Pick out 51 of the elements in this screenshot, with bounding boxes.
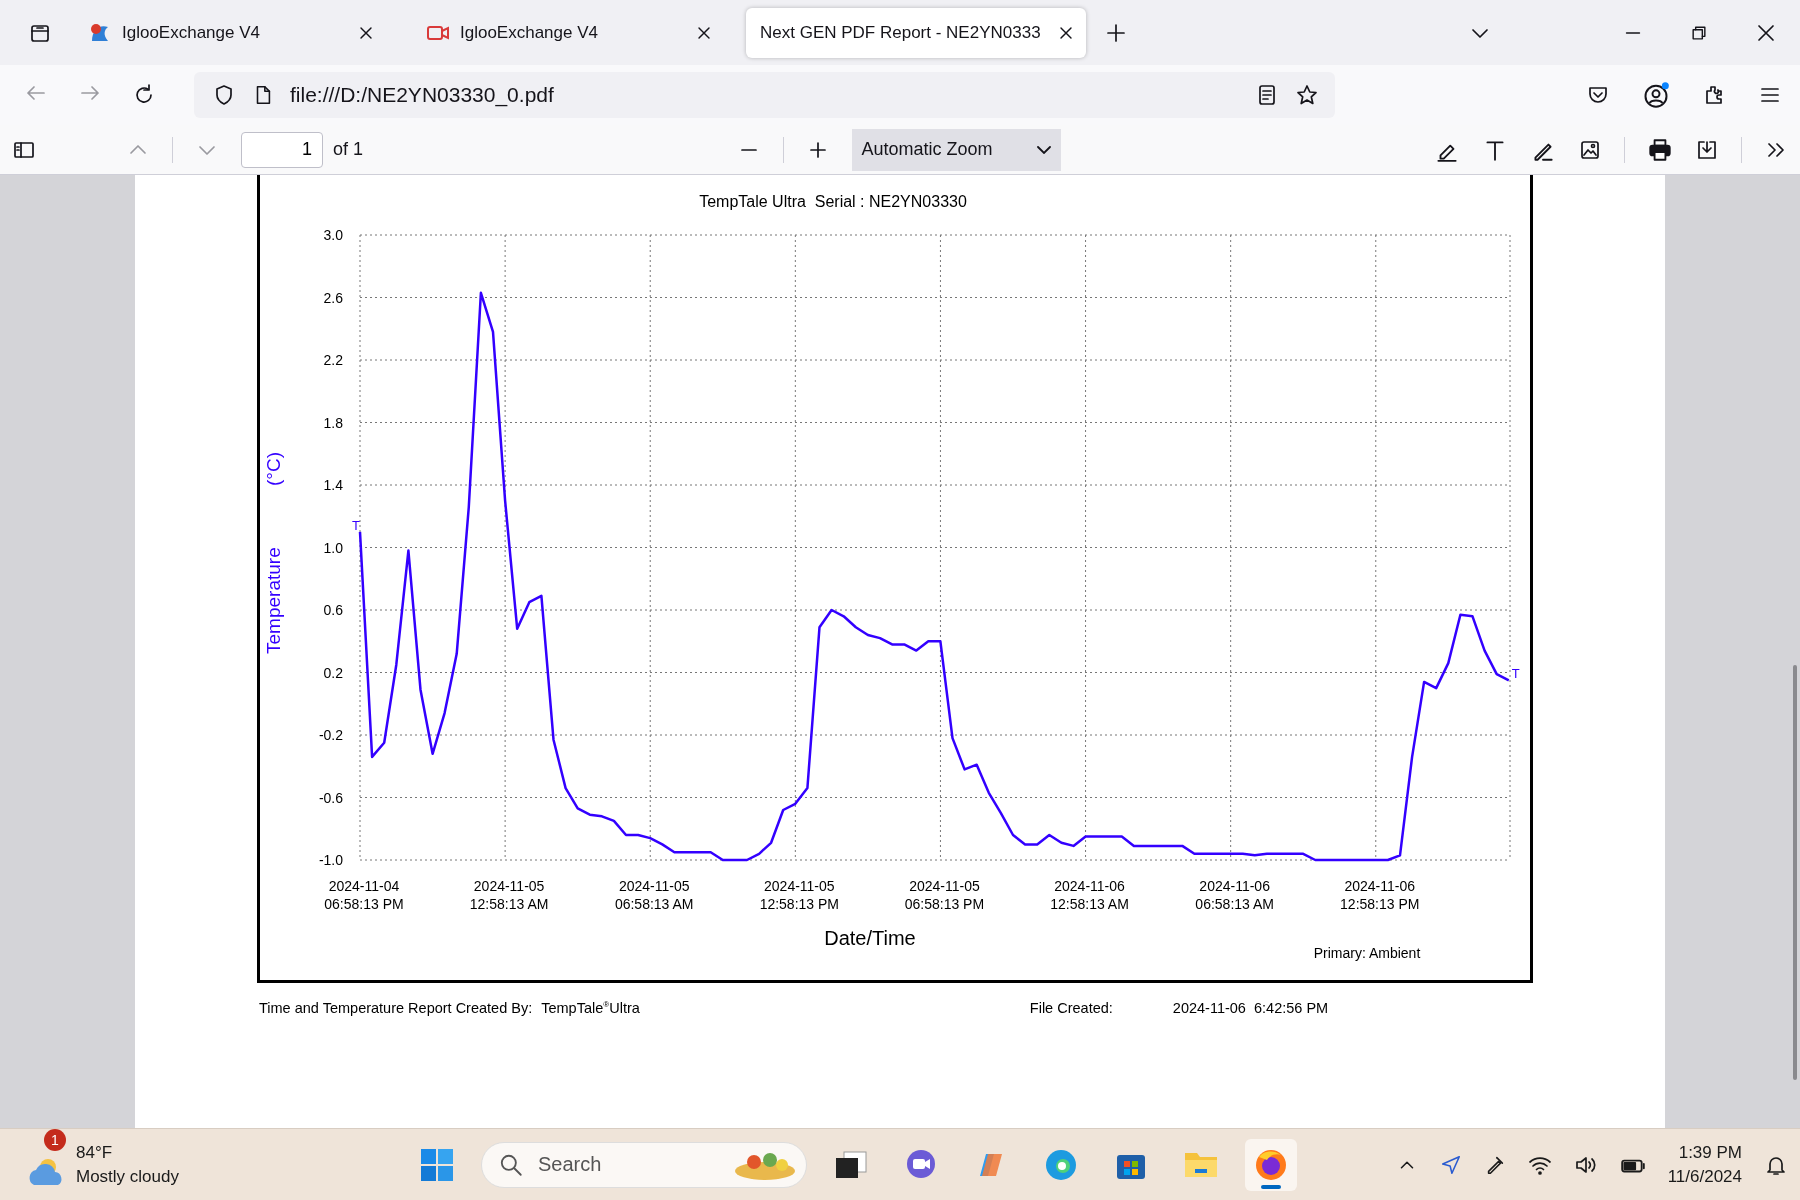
y-axis-tick-label: 2.6: [323, 289, 343, 306]
star-icon[interactable]: [1295, 83, 1319, 107]
report-creator: TempTale$^{®}$Ultra: [541, 1000, 640, 1016]
chart-title: TempTale Ultra Serial : NE2YN03330: [699, 193, 967, 210]
x-axis-tick-label: 2024-11-05 12:58:13 PM: [759, 878, 840, 912]
zoom-select[interactable]: Automatic Zoom: [851, 128, 1061, 171]
scrollbar[interactable]: [1793, 665, 1797, 1080]
y-axis-title: Temperature (°C): [263, 452, 284, 654]
firefox-app-button[interactable]: [1245, 1138, 1297, 1191]
x-axis-tick-label: 2024-11-06 06:58:13 AM: [1195, 878, 1274, 912]
y-axis-tick-label: 2.2: [323, 352, 343, 368]
page-number-field[interactable]: 1: [241, 131, 323, 168]
y-axis-tick-label: 1.4: [323, 477, 343, 493]
browser-logo-icon: [1044, 1147, 1078, 1182]
chevron-down-icon: [1036, 145, 1051, 154]
x-axis-tick-label: 2024-11-05 06:58:13 AM: [614, 878, 694, 912]
marker-label: T: [352, 517, 360, 533]
account-icon[interactable]: [1642, 81, 1670, 109]
y-axis-tick-label: 0.2: [323, 664, 343, 681]
file-created-date: 2024-11-06 6:42:56 PM: [1172, 1000, 1329, 1016]
y-axis-tick-label: -1.0: [318, 852, 343, 868]
location-arrow-icon[interactable]: [1439, 1153, 1462, 1176]
windows-logo-icon: [420, 1147, 454, 1182]
x-axis-tick-label: 2024-11-06 12:58:13 PM: [1340, 878, 1420, 912]
browser-tab[interactable]: IglooExchange V4: [408, 7, 728, 58]
y-axis-tick-label: -0.2: [318, 727, 343, 743]
clock[interactable]: 1:39 PM 11/6/2024: [1667, 1140, 1742, 1189]
file-created-label: File Created:: [1029, 1000, 1113, 1016]
x-axis-tick-label: 2024-11-06 12:58:13 AM: [1050, 878, 1129, 912]
print-icon[interactable]: [1647, 136, 1673, 163]
marker-label: T: [1511, 666, 1520, 682]
browser-tab[interactable]: IglooExchange V4: [70, 7, 390, 58]
y-axis-tick-label: 0.6: [323, 602, 343, 618]
browser-tab[interactable]: Next GEN PDF Report - NE2YN0333: [746, 7, 1086, 58]
address-bar[interactable]: file:///D:/NE2YN03330_0.pdf: [194, 72, 1335, 118]
weather-condition: Mostly cloudy: [76, 1165, 179, 1188]
weather-temperature: 84°F: [76, 1141, 114, 1164]
page-count: of 1: [333, 139, 364, 160]
legend-label: Primary: Ambient: [1313, 945, 1421, 961]
x-axis-tick-label: 2024-11-05 12:58:13 AM: [469, 878, 549, 912]
x-axis-title: Date/Time: [824, 927, 916, 949]
notification-badge: 1: [44, 1128, 66, 1151]
y-axis-tick-label: 1.0: [323, 539, 343, 556]
y-axis-tick-label: 3.0: [323, 227, 343, 243]
x-axis-tick-label: 2024-11-05 06:58:13 PM: [904, 878, 985, 912]
y-axis-tick-label: 1.8: [323, 414, 343, 431]
task-view-icon: [834, 1149, 868, 1180]
y-axis-tick-label: -0.6: [318, 789, 343, 806]
report-creator-label: Time and Temperature Report Created By:: [259, 1000, 533, 1016]
taskbar-search-field[interactable]: Search: [481, 1141, 807, 1188]
x-axis-tick-label: 2024-11-04 06:58:13 PM: [324, 878, 404, 912]
